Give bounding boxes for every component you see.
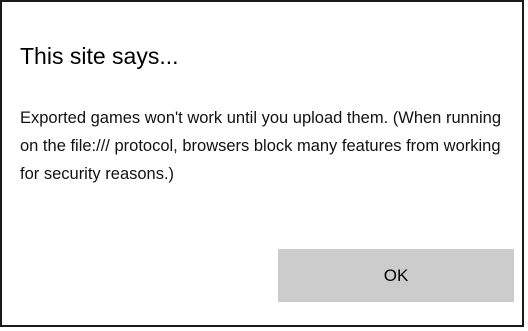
ok-button[interactable]: OK: [278, 249, 514, 302]
dialog-message: Exported games won't work until you uplo…: [20, 109, 501, 183]
dialog-title: This site says...: [20, 43, 179, 69]
alert-dialog: This site says... Exported games won't w…: [0, 0, 524, 327]
